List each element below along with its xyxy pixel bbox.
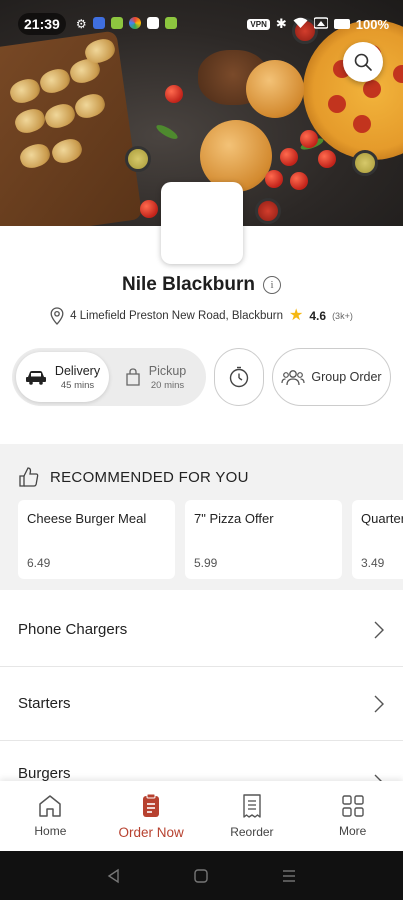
nav-home[interactable]: Home — [0, 781, 101, 851]
restaurant-header: Nile Blackburn i — [0, 274, 403, 296]
recommended-item-card[interactable]: Cheese Burger Meal 6.49 — [18, 500, 175, 579]
recommended-section: RECOMMENDED FOR YOU Cheese Burger Meal 6… — [0, 444, 403, 590]
recents-icon[interactable] — [281, 868, 297, 884]
item-name: 7" Pizza Offer — [194, 511, 274, 526]
tomato — [290, 172, 308, 190]
restaurant-name: Nile Blackburn — [121, 274, 256, 295]
rating-count: (3k+) — [332, 311, 353, 321]
grid-icon — [341, 795, 364, 817]
category-row[interactable]: Starters — [0, 667, 403, 741]
bottom-navigation: Home Order Now Reorder More — [0, 781, 403, 851]
wifi-icon — [293, 17, 308, 32]
app-notification-icon — [146, 17, 159, 29]
home-square-icon[interactable] — [193, 868, 209, 884]
nav-reorder-label: Reorder — [230, 825, 274, 839]
info-icon[interactable]: i — [263, 276, 282, 294]
sauce-bowl — [125, 146, 151, 172]
tomato — [265, 170, 283, 188]
system-navigation-bar — [0, 851, 403, 900]
system-indicators: VPN ✱ 100% — [247, 16, 389, 32]
schedule-button[interactable] — [214, 348, 264, 406]
shopping-bag-icon — [126, 368, 140, 386]
recommended-list: Cheese Burger Meal 6.49 7" Pizza Offer 5… — [18, 500, 403, 579]
nav-home-label: Home — [34, 824, 67, 838]
recommended-header: RECOMMENDED FOR YOU — [18, 466, 249, 488]
group-order-button[interactable]: Group Order — [272, 348, 391, 406]
battery-level: 100% — [355, 16, 389, 32]
category-name: Starters — [18, 695, 71, 712]
car-icon — [25, 371, 46, 385]
thumbs-up-icon — [19, 467, 39, 487]
item-price: 6.49 — [27, 556, 51, 570]
pepperoni — [393, 65, 403, 83]
item-price: 5.99 — [194, 556, 218, 570]
nav-more[interactable]: More — [302, 781, 403, 851]
chrome-icon — [128, 17, 141, 29]
timer-icon — [229, 366, 249, 388]
sauce-bowl — [352, 150, 378, 176]
recommended-item-card[interactable]: Quarter Pounder Cheese 3.49 — [352, 500, 403, 579]
group-order-label: Group Order — [311, 370, 382, 384]
chevron-right-icon — [374, 695, 384, 712]
location-pin-icon — [50, 307, 64, 325]
tomato — [318, 150, 336, 168]
nav-order-now[interactable]: Order Now — [101, 781, 202, 851]
back-icon[interactable] — [106, 868, 122, 884]
order-mode-toggle: Delivery 45 mins Pickup 20 mins — [12, 348, 206, 406]
item-name: Quarter Pounder Cheese — [361, 511, 403, 526]
app-notification-icon — [92, 17, 105, 29]
category-name: Burgers — [18, 765, 71, 782]
restaurant-logo — [161, 182, 243, 264]
recommended-item-card[interactable]: 7" Pizza Offer 5.99 — [185, 500, 342, 579]
chevron-right-icon — [374, 621, 384, 638]
order-options: Delivery 45 mins Pickup 20 mins Group Or… — [12, 348, 391, 406]
pepperoni — [353, 115, 371, 133]
pickup-option[interactable]: Pickup 20 mins — [109, 352, 202, 402]
status-time: 21:39 — [18, 13, 66, 35]
notification-icons: ⚙ — [76, 17, 177, 31]
group-users-icon — [281, 370, 306, 386]
restaurant-details: 4 Limefield Preston New Road, Blackburn … — [0, 307, 403, 325]
category-name: Phone Chargers — [18, 621, 128, 638]
item-price: 3.49 — [361, 556, 385, 570]
home-icon — [39, 795, 62, 817]
pickup-label: Pickup — [148, 363, 187, 378]
android-icon — [110, 17, 123, 29]
tomato — [280, 148, 298, 166]
star-icon: ★ — [289, 307, 304, 324]
item-name: Cheese Burger Meal — [27, 511, 147, 526]
nav-order-now-label: Order Now — [118, 824, 184, 840]
restaurant-address: 4 Limefield Preston New Road, Blackburn — [70, 310, 284, 322]
delivery-label: Delivery — [54, 363, 101, 378]
status-bar: 21:39 ⚙ VPN ✱ 100% — [0, 0, 403, 48]
tomato — [300, 130, 318, 148]
vibrate-icon: ✱ — [275, 16, 287, 31]
search-icon — [354, 53, 372, 71]
nav-more-label: More — [338, 824, 367, 838]
search-button[interactable] — [343, 42, 383, 82]
delivery-option[interactable]: Delivery 45 mins — [16, 352, 109, 402]
herb-leaf — [154, 122, 180, 142]
tomato — [140, 200, 158, 218]
tomato — [165, 85, 183, 103]
delivery-time: 45 mins — [60, 379, 95, 391]
pepperoni — [328, 95, 346, 113]
signal-icon — [313, 16, 329, 32]
category-row[interactable]: Phone Chargers — [0, 593, 403, 667]
ketchup-bowl — [255, 198, 281, 224]
order-icon — [143, 793, 160, 817]
settings-icon: ⚙ — [75, 17, 87, 31]
receipt-icon — [243, 794, 261, 818]
battery-icon — [333, 19, 350, 29]
rating-value: 4.6 — [309, 309, 327, 323]
vpn-icon: VPN — [247, 18, 270, 30]
burger-bun — [246, 60, 304, 118]
pepperoni — [363, 80, 381, 98]
recommended-title: RECOMMENDED FOR YOU — [50, 468, 249, 486]
nav-reorder[interactable]: Reorder — [202, 781, 303, 851]
android-icon — [164, 17, 177, 29]
pickup-time: 20 mins — [150, 379, 185, 391]
